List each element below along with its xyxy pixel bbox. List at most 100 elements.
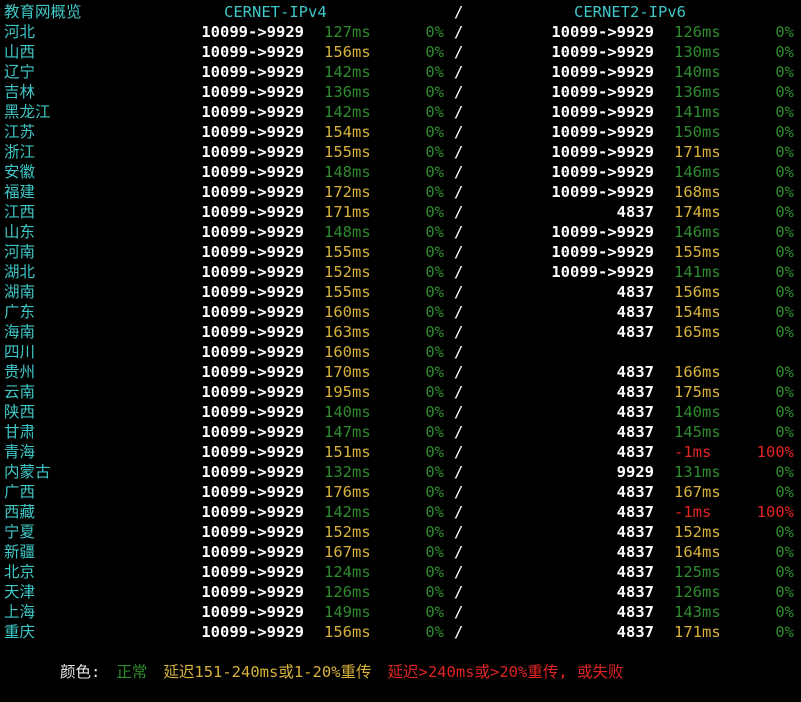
terminal-output: 教育网概览 CERNET-IPv4 / CERNET2-IPv6 河北 10099…	[0, 0, 801, 681]
ipv4-latency: 167ms	[324, 543, 371, 561]
ipv6-route: 10099->9929	[551, 143, 654, 161]
ipv6-route: 4837	[616, 443, 654, 461]
ipv4-route: 10099->9929	[201, 183, 304, 201]
province-name: 四川	[4, 343, 36, 361]
ipv6-route: 4837	[616, 323, 654, 341]
ipv6-latency: 175ms	[674, 383, 721, 401]
ipv4-route: 10099->9929	[201, 363, 304, 381]
ipv4-column-header: CERNET-IPv4	[224, 3, 327, 21]
table-row: 广东 10099->9929 160ms 0% / 4837 154ms 0%	[0, 302, 801, 322]
ipv4-latency: 156ms	[324, 43, 371, 61]
table-row: 福建 10099->9929 172ms 0% / 10099->9929 168ms 0%	[0, 182, 801, 202]
ipv6-route: 10099->9929	[551, 103, 654, 121]
ipv6-route: 10099->9929	[551, 183, 654, 201]
ipv6-latency: 140ms	[674, 403, 721, 421]
ipv4-route: 10099->9929	[201, 583, 304, 601]
column-separator: /	[454, 223, 464, 241]
legend-label: 颜色:	[60, 663, 101, 681]
province-name: 广东	[4, 303, 36, 321]
table-row: 甘肃 10099->9929 147ms 0% / 4837 145ms 0%	[0, 422, 801, 442]
ipv6-latency: 125ms	[674, 563, 721, 581]
ipv4-route: 10099->9929	[201, 563, 304, 581]
table-row: 辽宁 10099->9929 142ms 0% / 10099->9929 140ms 0%	[0, 62, 801, 82]
ipv6-route: 4837	[616, 523, 654, 541]
ipv6-loss: 0%	[775, 283, 794, 301]
table-row: 山西 10099->9929 156ms 0% / 10099->9929 130ms 0%	[0, 42, 801, 62]
ipv4-latency: 142ms	[324, 503, 371, 521]
province-name: 河南	[4, 243, 36, 261]
ipv4-loss: 0%	[425, 443, 444, 461]
ipv4-latency: 151ms	[324, 443, 371, 461]
ipv6-route: 4837	[616, 423, 654, 441]
column-separator: /	[454, 23, 464, 41]
ipv6-latency: 174ms	[674, 203, 721, 221]
ipv6-route: 10099->9929	[551, 83, 654, 101]
column-separator: /	[454, 263, 464, 281]
ipv4-route: 10099->9929	[201, 23, 304, 41]
table-row: 内蒙古 10099->9929 132ms 0% / 9929 131ms 0%	[0, 462, 801, 482]
ipv6-route: 4837	[616, 303, 654, 321]
ipv6-loss: 100%	[756, 503, 794, 521]
ipv6-route: 4837	[616, 383, 654, 401]
ipv6-loss: 0%	[775, 23, 794, 41]
ipv6-route: 4837	[616, 603, 654, 621]
table-row: 吉林 10099->9929 136ms 0% / 10099->9929 136ms 0%	[0, 82, 801, 102]
table-row: 安徽 10099->9929 148ms 0% / 10099->9929 146ms 0%	[0, 162, 801, 182]
column-separator: /	[454, 403, 464, 421]
ipv6-loss: 0%	[775, 143, 794, 161]
ipv4-loss: 0%	[425, 263, 444, 281]
column-separator: /	[454, 83, 464, 101]
color-legend: 颜色: 正常 延迟151-240ms或1-20%重传 延迟>240ms或>20%重传,…	[0, 642, 801, 681]
ipv6-route: 10099->9929	[551, 123, 654, 141]
ipv6-route: 4837	[616, 363, 654, 381]
province-name: 河北	[4, 23, 36, 41]
ipv6-latency: 143ms	[674, 603, 721, 621]
ipv6-loss: 0%	[775, 63, 794, 81]
table-row: 陕西 10099->9929 140ms 0% / 4837 140ms 0%	[0, 402, 801, 422]
column-separator: /	[454, 243, 464, 261]
ipv4-route: 10099->9929	[201, 223, 304, 241]
column-separator: /	[454, 503, 464, 521]
column-separator: /	[454, 423, 464, 441]
legend-normal: 正常	[116, 663, 148, 681]
ipv4-latency: 142ms	[324, 103, 371, 121]
province-name: 浙江	[4, 143, 36, 161]
ipv6-latency: 154ms	[674, 303, 721, 321]
ipv4-route: 10099->9929	[201, 123, 304, 141]
table-row: 宁夏 10099->9929 152ms 0% / 4837 152ms 0%	[0, 522, 801, 542]
ipv6-loss: 0%	[775, 323, 794, 341]
ipv4-latency: 160ms	[324, 343, 371, 361]
column-separator: /	[454, 543, 464, 561]
ipv4-latency: 156ms	[324, 623, 371, 641]
ipv6-latency: 166ms	[674, 363, 721, 381]
ipv6-route: 10099->9929	[551, 263, 654, 281]
ipv6-route: 9929	[616, 463, 654, 481]
ipv4-loss: 0%	[425, 603, 444, 621]
ipv4-route: 10099->9929	[201, 203, 304, 221]
ipv4-loss: 0%	[425, 343, 444, 361]
ipv4-loss: 0%	[425, 243, 444, 261]
ipv6-latency: 141ms	[674, 103, 721, 121]
table-row: 重庆 10099->9929 156ms 0% / 4837 171ms 0%	[0, 622, 801, 642]
ipv6-route: 10099->9929	[551, 243, 654, 261]
province-name: 广西	[4, 483, 36, 501]
ipv6-latency: 150ms	[674, 123, 721, 141]
ipv6-latency: 130ms	[674, 43, 721, 61]
province-name: 吉林	[4, 83, 36, 101]
province-name: 江西	[4, 203, 36, 221]
ipv4-route: 10099->9929	[201, 543, 304, 561]
ipv6-loss: 0%	[775, 543, 794, 561]
legend-severe: 延迟>240ms或>20%重传, 或失败	[387, 663, 624, 681]
ipv4-route: 10099->9929	[201, 263, 304, 281]
province-name: 甘肃	[4, 423, 36, 441]
ipv6-route: 10099->9929	[551, 63, 654, 81]
table-row: 广西 10099->9929 176ms 0% / 4837 167ms 0%	[0, 482, 801, 502]
ipv6-latency: 131ms	[674, 463, 721, 481]
ipv4-latency: 171ms	[324, 203, 371, 221]
ipv4-latency: 155ms	[324, 243, 371, 261]
ipv4-route: 10099->9929	[201, 423, 304, 441]
ipv4-route: 10099->9929	[201, 623, 304, 641]
column-separator: /	[454, 483, 464, 501]
ipv4-latency: 148ms	[324, 163, 371, 181]
ipv4-loss: 0%	[425, 123, 444, 141]
